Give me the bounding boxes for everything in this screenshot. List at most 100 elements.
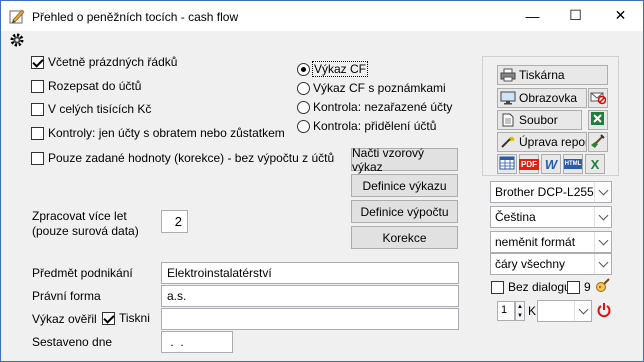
radio-check-unassigned-label: Kontrola: nezařazené účty xyxy=(313,100,453,114)
radio-dot[interactable] xyxy=(297,119,310,133)
pdf-icon: PDF xyxy=(519,158,539,170)
close-button[interactable]: ✕ xyxy=(598,1,643,30)
pdf-format-button[interactable]: PDF xyxy=(519,154,539,174)
printer-label: Tiskárna xyxy=(519,68,565,82)
compiled-date-input[interactable]: . . xyxy=(161,331,233,353)
radio-report-cf[interactable]: Výkaz CF xyxy=(297,61,369,77)
monitor-icon xyxy=(500,91,516,105)
compiled-label: Sestaveno dne xyxy=(32,335,113,349)
no-dialog-label: Bez dialogu xyxy=(508,280,571,294)
html-icon: HTML xyxy=(563,159,583,169)
maximize-button[interactable]: ☐ xyxy=(554,1,597,30)
chevron-down-icon[interactable] xyxy=(594,232,611,252)
checkbox-box[interactable] xyxy=(567,280,580,294)
app-pen-icon xyxy=(9,8,25,24)
settings-gear-icon[interactable] xyxy=(9,32,25,48)
chevron-down-icon[interactable] xyxy=(594,182,611,202)
definition-calc-button[interactable]: Definice výpočtu xyxy=(351,200,458,223)
print-verified-checkbox[interactable]: Tiskni xyxy=(102,311,150,325)
radio-dot[interactable] xyxy=(297,81,310,95)
screen-button[interactable]: Obrazovka xyxy=(497,88,587,108)
corrections-button[interactable]: Korekce xyxy=(351,226,458,249)
edit-report-button[interactable]: Úprava repor xyxy=(497,132,587,152)
excel-broom-icon xyxy=(590,111,606,129)
clear-button[interactable] xyxy=(588,132,608,152)
radio-report-cf-notes-label: Výkaz CF s poznámkami xyxy=(313,81,446,95)
only-entered-label: Pouze zadané hodnoty (korekce) - bez výp… xyxy=(48,151,335,165)
lines-select[interactable]: čáry všechny xyxy=(490,253,612,275)
excel-export-button[interactable] xyxy=(588,110,608,130)
file-button[interactable]: Soubor xyxy=(497,110,582,130)
copies-spinner[interactable]: ▲ ▼ xyxy=(515,301,525,321)
dialog-window: Přehled o peněžních tocích - cash flow —… xyxy=(0,0,644,362)
spinner-down-icon[interactable]: ▼ xyxy=(516,311,524,320)
checks-only-checkbox[interactable]: Kontroly: jen účty s obratem nebo zůstat… xyxy=(31,126,285,140)
checkbox-box[interactable] xyxy=(31,151,44,165)
spinner-up-icon[interactable]: ▲ xyxy=(516,302,524,311)
language-select[interactable]: Čeština xyxy=(490,206,612,228)
checkbox-box[interactable] xyxy=(102,311,115,325)
file-icon xyxy=(500,113,516,127)
format-select[interactable]: neměnit formát xyxy=(490,231,612,253)
no-dialog-checkbox[interactable]: Bez dialogu xyxy=(491,280,571,294)
power-icon[interactable] xyxy=(596,302,612,321)
radio-dot[interactable] xyxy=(297,100,310,114)
split-to-accounts-checkbox[interactable]: Rozepsat do účtů xyxy=(31,79,141,93)
definition-report-button[interactable]: Definice výkazu xyxy=(351,174,458,197)
word-icon: W xyxy=(544,156,558,172)
table-icon xyxy=(499,155,515,173)
whole-thousands-checkbox[interactable]: V celých tisících Kč xyxy=(31,102,151,116)
excel-icon: X xyxy=(590,156,600,172)
checkbox-box[interactable] xyxy=(31,126,44,140)
edit-report-label: Úprava repor xyxy=(519,135,587,149)
font-size-checkbox[interactable]: 9 xyxy=(567,280,591,294)
only-entered-checkbox[interactable]: Pouze zadané hodnoty (korekce) - bez výp… xyxy=(31,151,334,165)
font-size-label: 9 xyxy=(584,280,591,294)
no-email-icon xyxy=(590,89,607,107)
checkbox-box[interactable] xyxy=(491,280,504,294)
k-select[interactable] xyxy=(537,300,592,322)
radio-check-unassigned[interactable]: Kontrola: nezařazené účty xyxy=(297,100,452,114)
checkbox-box[interactable] xyxy=(31,102,44,116)
checkbox-box[interactable] xyxy=(31,79,44,93)
chevron-down-icon[interactable] xyxy=(574,301,591,321)
load-sample-button[interactable]: Načti vzorový výkaz xyxy=(351,146,458,174)
screen-label: Obrazovka xyxy=(519,91,578,105)
excel-format-button[interactable]: X xyxy=(585,154,605,174)
include-empty-rows-label: Včetně prázdných řádků xyxy=(48,55,178,69)
copies-input[interactable]: 1 xyxy=(497,301,515,321)
k-label: K xyxy=(528,304,537,318)
wand-icon xyxy=(500,135,516,149)
radio-check-assignment[interactable]: Kontrola: přidělení účtů xyxy=(297,119,436,133)
multi-year-input[interactable]: 2 xyxy=(161,210,188,233)
chevron-down-icon[interactable] xyxy=(594,254,611,274)
include-empty-rows-checkbox[interactable]: Včetně prázdných řádků xyxy=(31,55,177,69)
radio-check-assignment-label: Kontrola: přidělení účtů xyxy=(313,119,437,133)
word-format-button[interactable]: W xyxy=(541,154,561,174)
html-format-button[interactable]: HTML xyxy=(563,154,583,174)
table-format-button[interactable] xyxy=(497,154,517,174)
whole-thousands-label: V celých tisících Kč xyxy=(48,102,152,116)
print-verified-label: Tiskni xyxy=(119,311,150,325)
radio-dot[interactable] xyxy=(297,62,310,76)
radio-report-cf-label: Výkaz CF xyxy=(311,61,369,77)
minimize-button[interactable]: — xyxy=(511,1,554,30)
verified-label: Výkaz ověřil xyxy=(32,312,97,326)
broom-icon xyxy=(590,133,606,151)
email-button[interactable] xyxy=(588,88,608,108)
printer-select[interactable]: Brother DCP-L2550D xyxy=(490,181,612,203)
format-select-value: neměnit formát xyxy=(495,235,576,249)
title-bar: Přehled o peněžních tocích - cash flow —… xyxy=(1,1,643,31)
paint-icon[interactable] xyxy=(595,278,611,297)
chevron-down-icon[interactable] xyxy=(594,207,611,227)
legal-form-input[interactable]: a.s. xyxy=(161,285,459,307)
checkbox-box[interactable] xyxy=(31,55,44,69)
printer-button[interactable]: Tiskárna xyxy=(497,65,608,85)
checks-only-label: Kontroly: jen účty s obratem nebo zůstat… xyxy=(48,126,285,140)
lines-select-value: čáry všechny xyxy=(495,257,566,271)
subject-label: Předmět podnikání xyxy=(32,266,133,280)
radio-report-cf-notes[interactable]: Výkaz CF s poznámkami xyxy=(297,81,446,95)
subject-input[interactable]: Elektroinstalatérství xyxy=(161,262,459,284)
verified-input[interactable] xyxy=(161,308,459,330)
split-to-accounts-label: Rozepsat do účtů xyxy=(48,79,142,93)
